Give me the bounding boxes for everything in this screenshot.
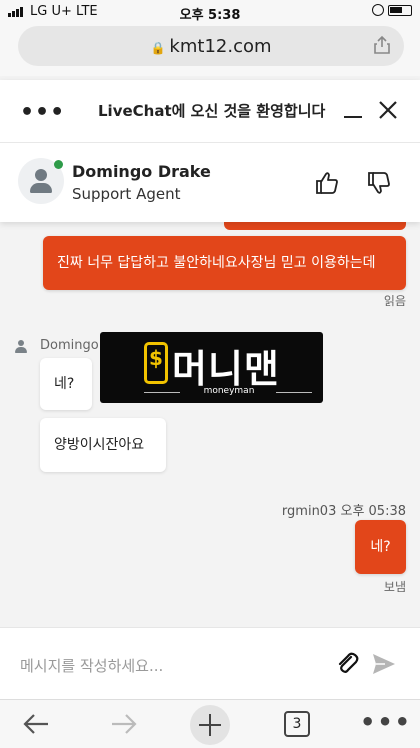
agent-avatar-small-icon xyxy=(14,340,28,354)
agent-name: Domingo Drake xyxy=(72,162,211,181)
alarm-icon xyxy=(372,4,384,16)
agent-message: 양방이시잔아요 xyxy=(40,418,166,472)
status-bar: LG U+ LTE 오후 5:38 xyxy=(0,0,420,24)
url-text: kmt12.com xyxy=(169,36,272,57)
message-composer: 메시지를 작성하세요... xyxy=(0,627,420,699)
ellipsis-icon[interactable]: ••• xyxy=(360,708,412,736)
logo-brand-text: 머니맨 xyxy=(172,347,280,391)
agent-message: 네? xyxy=(40,358,92,410)
forward-arrow-icon[interactable] xyxy=(110,710,138,738)
thumbs-down-icon[interactable] xyxy=(366,170,392,196)
logo-sub-text: moneyman xyxy=(203,386,255,396)
address-bar[interactable]: 🔒 kmt12.com xyxy=(18,26,404,66)
browser-toolbar: 🔒 kmt12.com xyxy=(0,24,420,76)
message-input[interactable]: 메시지를 작성하세요... xyxy=(20,655,163,676)
more-dots-icon[interactable]: ••• xyxy=(20,100,65,125)
previous-user-message xyxy=(224,222,406,230)
message-sender-meta: rgmin03 오후 05:38 xyxy=(281,504,406,519)
close-icon[interactable] xyxy=(376,98,400,122)
online-status-dot xyxy=(54,160,63,169)
user-message: 네? xyxy=(355,520,406,574)
battery-icon xyxy=(388,4,412,16)
moneyman-logo-watermark: $ 머니맨 moneyman xyxy=(100,332,323,403)
padlock-icon: 🔒 xyxy=(150,41,166,55)
agent-sender-label: Domingo xyxy=(40,338,99,353)
send-icon[interactable] xyxy=(370,650,398,678)
sent-status: 보냄 xyxy=(383,580,406,594)
read-receipt: 읽음 xyxy=(383,294,406,308)
agent-role: Support Agent xyxy=(72,185,181,203)
browser-bottom-bar: 3 ••• xyxy=(0,699,420,748)
minimize-icon[interactable] xyxy=(344,116,362,118)
user-message: 진짜 너무 답답하고 불안하네요사장님 믿고 이용하는데 xyxy=(43,236,406,290)
new-tab-button[interactable] xyxy=(190,705,230,745)
clock-time: 오후 5:38 xyxy=(179,8,241,23)
thumbs-up-icon[interactable] xyxy=(314,170,340,196)
paperclip-icon[interactable] xyxy=(334,650,360,676)
message-list[interactable]: 진짜 너무 답답하고 불안하네요사장님 믿고 이용하는데 읽음 Domingo … xyxy=(0,222,420,627)
back-arrow-icon[interactable] xyxy=(22,710,50,738)
chat-title: LiveChat에 오신 것을 환영합니다 xyxy=(98,102,326,120)
share-icon[interactable] xyxy=(372,35,392,55)
chat-header: ••• LiveChat에 오신 것을 환영합니다 Domingo Drake … xyxy=(0,80,420,222)
header-divider xyxy=(0,142,420,143)
tabs-icon[interactable]: 3 xyxy=(284,711,310,737)
